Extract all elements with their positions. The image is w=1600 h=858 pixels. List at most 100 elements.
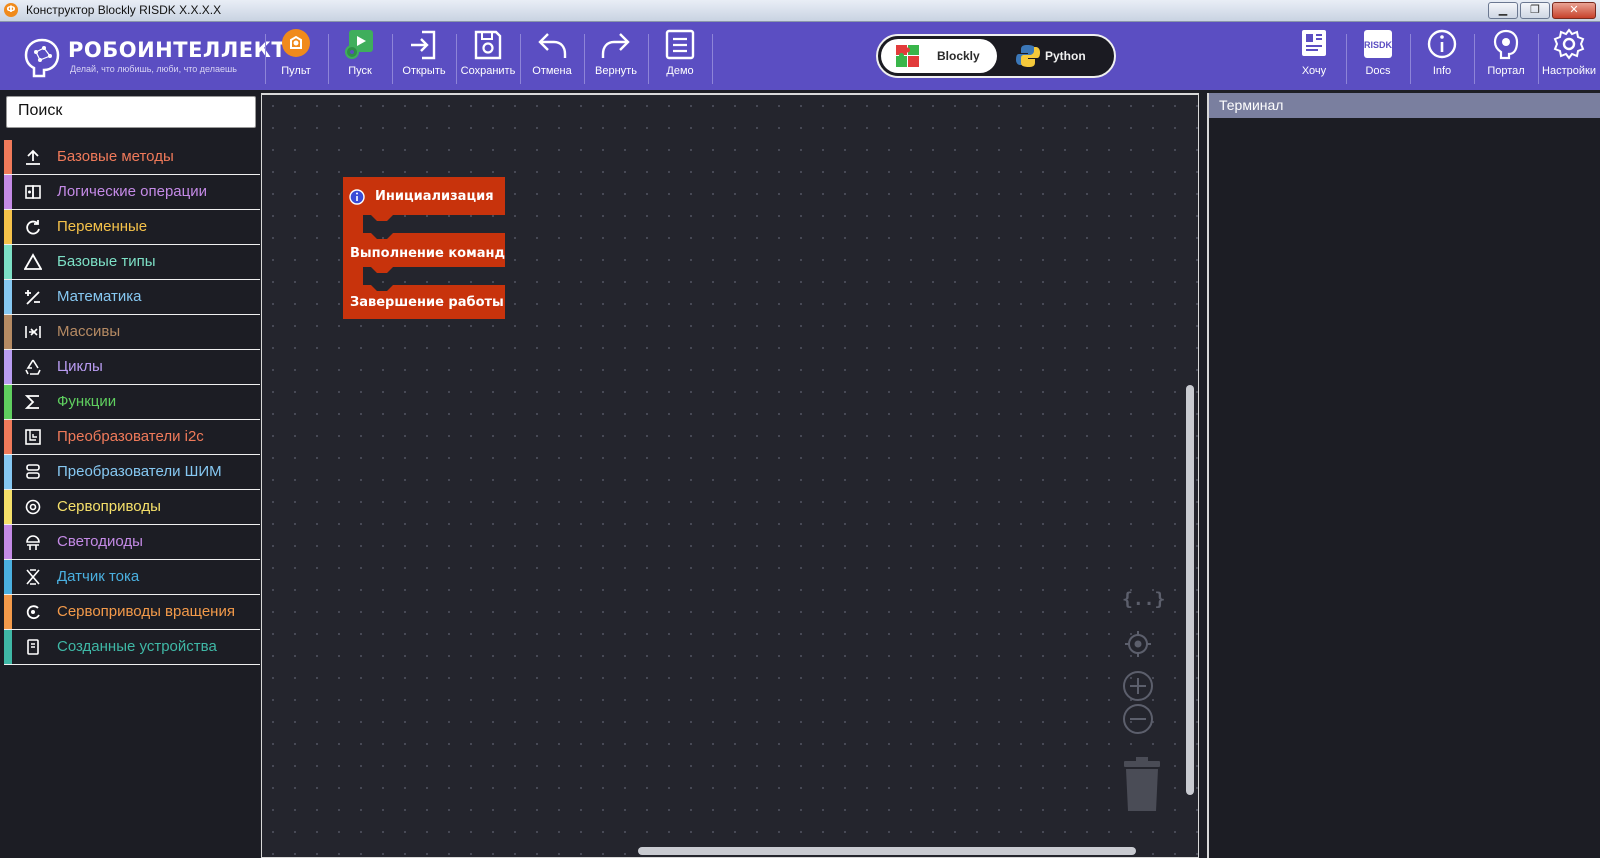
- wish-icon: [1302, 30, 1326, 56]
- recenter-icon[interactable]: [1124, 630, 1152, 658]
- category-label: Циклы: [57, 358, 103, 375]
- info-button[interactable]: Info: [1411, 28, 1473, 88]
- category-item[interactable]: Светодиоды: [4, 525, 260, 560]
- open-icon: [411, 30, 436, 60]
- category-item[interactable]: Логические операции: [4, 175, 260, 210]
- docs-button[interactable]: RISDK Docs: [1347, 28, 1409, 88]
- category-label: Преобразователи i2c: [57, 428, 204, 445]
- zoom-out-icon[interactable]: [1122, 703, 1154, 735]
- category-item[interactable]: Циклы: [4, 350, 260, 385]
- category-item[interactable]: Математика: [4, 280, 260, 315]
- led-icon: [26, 535, 40, 550]
- minimize-button[interactable]: ▁: [1488, 2, 1518, 19]
- settings-button[interactable]: Настройки: [1538, 28, 1600, 88]
- docs-icon: RISDK: [1364, 30, 1393, 58]
- demo-label: Демо: [666, 65, 694, 77]
- save-label: Сохранить: [460, 65, 516, 77]
- info-icon: [1427, 29, 1457, 59]
- terminal-header: Терминал: [1209, 93, 1600, 118]
- category-label: Светодиоды: [57, 533, 143, 550]
- save-icon: [474, 30, 502, 60]
- undo-icon: [538, 33, 567, 58]
- trash-icon[interactable]: [1122, 757, 1162, 813]
- wish-button[interactable]: Хочу: [1283, 28, 1345, 88]
- rotation-servo-icon: [26, 605, 40, 620]
- python-mode-label: Python: [1045, 49, 1086, 63]
- category-item[interactable]: Базовые методы: [4, 140, 260, 175]
- brain-logo-icon: [24, 38, 60, 78]
- vertical-scrollbar[interactable]: [1186, 385, 1194, 795]
- logo-slogan: Делай, что любишь, люби, что делаешь: [70, 64, 237, 74]
- i2c-icon: [25, 429, 41, 445]
- category-color-bar: [4, 175, 12, 209]
- category-item[interactable]: Преобразователи ШИМ: [4, 455, 260, 490]
- category-list: Базовые методы Логические операции Перемен…: [4, 140, 260, 665]
- category-item[interactable]: Функции: [4, 385, 260, 420]
- python-mode-toggle[interactable]: Python: [1001, 39, 1111, 73]
- variables-icon: [26, 220, 40, 235]
- servo-icon: [25, 499, 41, 515]
- category-item[interactable]: Сервоприводы вращения: [4, 595, 260, 630]
- main-program-block[interactable]: Инициализация Выполнение команд Завершен…: [343, 177, 505, 319]
- terminal-panel: Терминал: [1207, 93, 1600, 858]
- info-icon[interactable]: [349, 189, 365, 205]
- category-label: Математика: [57, 288, 142, 305]
- logo-name: РОБОИНТЕЛЛЕКТ: [68, 38, 287, 62]
- undo-button[interactable]: Отмена: [521, 28, 583, 88]
- code-view-button[interactable]: {..}: [1122, 589, 1165, 610]
- info-label: Info: [1432, 65, 1452, 77]
- category-label: Функции: [57, 393, 117, 410]
- category-label: Переменные: [57, 218, 148, 235]
- remote-icon: [282, 29, 310, 57]
- docs-label: Docs: [1365, 65, 1391, 77]
- run-label: Пуск: [348, 65, 372, 77]
- triangle-icon: [24, 253, 42, 270]
- demo-icon: [665, 29, 695, 60]
- redo-icon: [601, 33, 630, 58]
- run-button[interactable]: Пуск: [329, 28, 391, 88]
- category-item[interactable]: Сервоприводы: [4, 490, 260, 525]
- horizontal-scrollbar[interactable]: [638, 847, 1136, 855]
- category-item[interactable]: Базовые типы: [4, 245, 260, 280]
- category-color-bar: [4, 595, 12, 629]
- loops-icon: [25, 359, 41, 375]
- blockly-mode-toggle[interactable]: Blockly: [881, 39, 997, 73]
- portal-label: Портал: [1487, 65, 1525, 77]
- sigma-icon: [24, 395, 39, 409]
- zoom-in-icon[interactable]: [1122, 670, 1154, 702]
- undo-label: Отмена: [532, 65, 572, 77]
- portal-button[interactable]: Портал: [1475, 28, 1537, 88]
- redo-label: Вернуть: [595, 65, 637, 77]
- window-controls: ▁ ❐ ✕: [1488, 2, 1596, 19]
- logo: РОБОИНТЕЛЛЕКТ Делай, что любишь, люби, ч…: [22, 36, 286, 80]
- window-title: Конструктор Blockly RISDK X.X.X.X: [26, 3, 222, 17]
- category-label: Массивы: [57, 323, 121, 340]
- save-button[interactable]: Сохранить: [457, 28, 519, 88]
- redo-button[interactable]: Вернуть: [585, 28, 647, 88]
- category-label: Преобразователи ШИМ: [57, 463, 222, 480]
- demo-button[interactable]: Демо: [649, 28, 711, 88]
- category-item[interactable]: Переменные: [4, 210, 260, 245]
- logic-icon: [25, 185, 41, 199]
- maximize-button[interactable]: ❐: [1520, 2, 1550, 19]
- toolbar-divider: [712, 34, 713, 84]
- category-label: Сервоприводы: [57, 498, 161, 515]
- close-button[interactable]: ✕: [1552, 2, 1596, 19]
- remote-label: Пульт: [281, 65, 311, 77]
- svg-text:RISDK: RISDK: [1364, 40, 1393, 50]
- category-item[interactable]: Датчик тока: [4, 560, 260, 595]
- blockly-workspace[interactable]: Инициализация Выполнение команд Завершен…: [261, 93, 1199, 858]
- open-button[interactable]: Открыть: [393, 28, 455, 88]
- settings-label: Настройки: [1542, 65, 1596, 77]
- category-item[interactable]: Массивы: [4, 315, 260, 350]
- category-item[interactable]: Преобразователи i2c: [4, 420, 260, 455]
- search-input[interactable]: Поиск: [6, 96, 256, 128]
- category-item[interactable]: Созданные устройства: [4, 630, 260, 665]
- category-color-bar: [4, 315, 12, 349]
- device-icon: [27, 639, 39, 655]
- blockly-mode-label: Blockly: [937, 49, 980, 63]
- block-exec-label: Выполнение команд: [350, 246, 505, 261]
- remote-button[interactable]: Пульт: [265, 28, 327, 88]
- toolbox-sidebar: Поиск Базовые методы Логические операции П…: [0, 90, 260, 858]
- window-titlebar: Ф Конструктор Blockly RISDK X.X.X.X ▁ ❐ …: [0, 0, 1600, 22]
